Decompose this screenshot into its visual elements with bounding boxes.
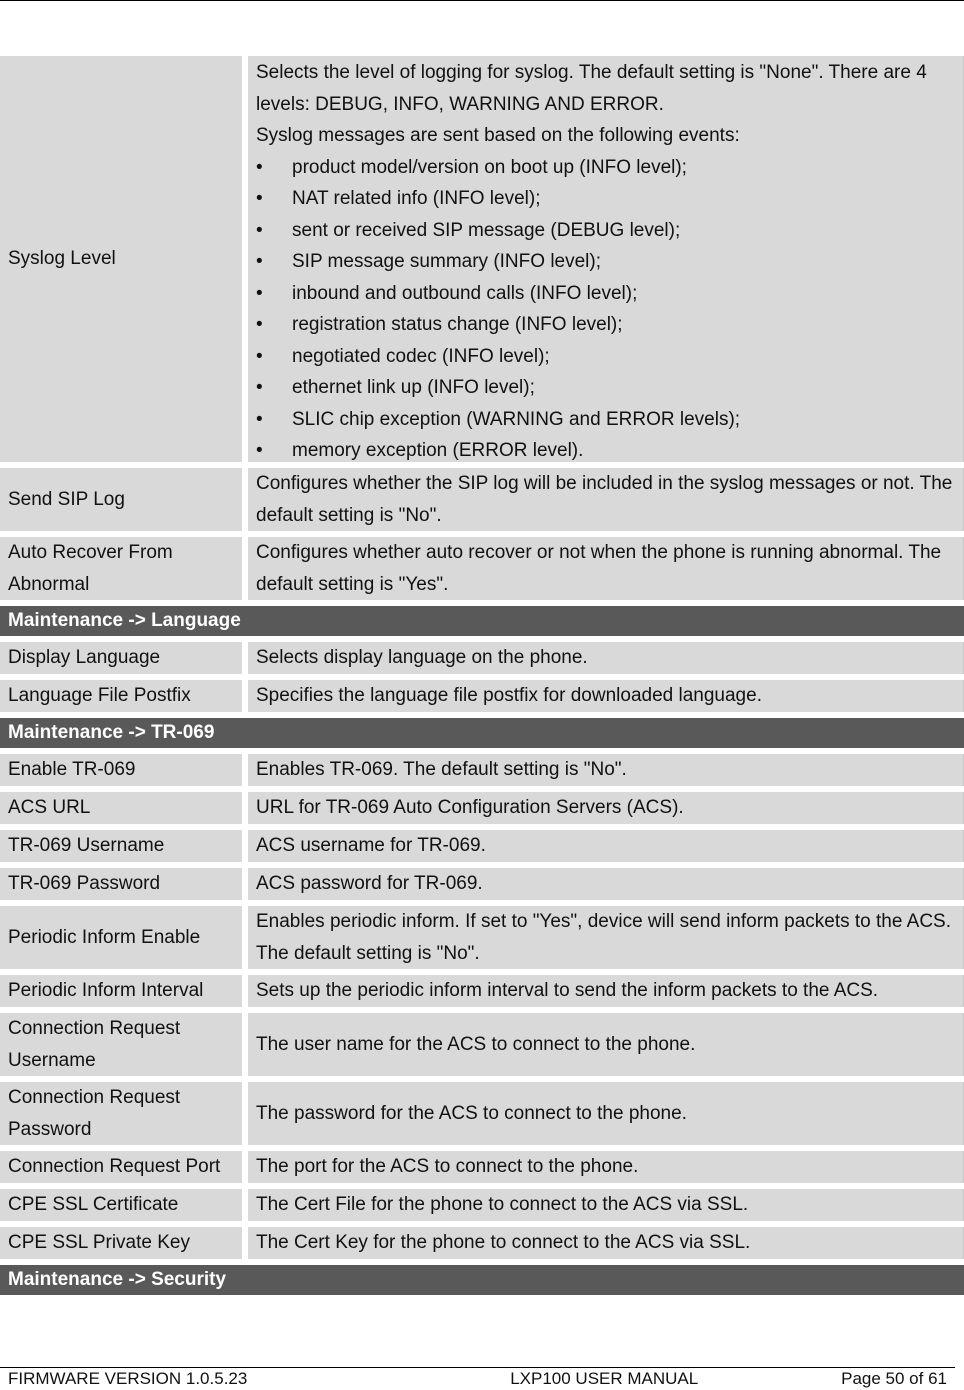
section-header-tr069: Maintenance -> TR-069	[0, 718, 964, 748]
parameter-table: Syslog Level Selects the level of loggin…	[0, 56, 964, 1301]
param-label: Display Language	[0, 642, 242, 674]
list-item: SLIC chip exception (WARNING and ERROR l…	[256, 404, 955, 436]
param-description: The password for the ACS to connect to t…	[248, 1082, 964, 1145]
param-label: Auto Recover From Abnormal	[0, 537, 242, 600]
param-label: Periodic Inform Interval	[0, 975, 242, 1007]
param-description: ACS username for TR-069.	[248, 830, 964, 862]
table-row: Language File Postfix Specifies the lang…	[0, 680, 964, 712]
list-item: registration status change (INFO level);	[256, 309, 955, 341]
table-row: Connection Request Username The user nam…	[0, 1013, 964, 1076]
list-item: NAT related info (INFO level);	[256, 183, 955, 215]
table-row: Periodic Inform Enable Enables periodic …	[0, 906, 964, 969]
page-number: Page 50 of 61	[841, 1369, 947, 1388]
list-item: negotiated codec (INFO level);	[256, 341, 955, 373]
list-item: ethernet link up (INFO level);	[256, 372, 955, 404]
list-item: SIP message summary (INFO level);	[256, 246, 955, 278]
param-description: The Cert Key for the phone to connect to…	[248, 1227, 964, 1259]
list-item: inbound and outbound calls (INFO level);	[256, 278, 955, 310]
table-row: Enable TR-069 Enables TR-069. The defaul…	[0, 754, 964, 786]
table-row: CPE SSL Private Key The Cert Key for the…	[0, 1227, 964, 1259]
header-rule	[0, 0, 964, 1]
syslog-intro: Selects the level of logging for syslog.…	[256, 62, 927, 115]
param-label: Periodic Inform Enable	[0, 906, 242, 969]
section-header-language: Maintenance -> Language	[0, 606, 964, 636]
table-row: CPE SSL Certificate The Cert File for th…	[0, 1189, 964, 1221]
page-footer: FIRMWARE VERSION 1.0.5.23 LXP100 USER MA…	[0, 1367, 955, 1389]
table-row: Connection Request Port The port for the…	[0, 1151, 964, 1183]
list-item: sent or received SIP message (DEBUG leve…	[256, 215, 955, 247]
table-row: Auto Recover From Abnormal Configures wh…	[0, 537, 964, 600]
param-label: Language File Postfix	[0, 680, 242, 712]
table-row: TR-069 Password ACS password for TR-069.	[0, 868, 964, 900]
param-description: Selects the level of logging for syslog.…	[248, 56, 964, 466]
table-row: TR-069 Username ACS username for TR-069.	[0, 830, 964, 862]
param-label: Connection Request Username	[0, 1013, 242, 1076]
param-label: Send SIP Log	[0, 468, 242, 531]
param-description: The Cert File for the phone to connect t…	[248, 1189, 964, 1221]
firmware-version: FIRMWARE VERSION 1.0.5.23	[8, 1369, 248, 1388]
param-label: CPE SSL Private Key	[0, 1227, 242, 1259]
param-label: ACS URL	[0, 792, 242, 824]
param-label: Connection Request Password	[0, 1082, 242, 1145]
table-row: ACS URL URL for TR-069 Auto Configuratio…	[0, 792, 964, 824]
list-item: memory exception (ERROR level).	[256, 435, 955, 467]
param-label: Enable TR-069	[0, 754, 242, 786]
section-header-security: Maintenance -> Security	[0, 1265, 964, 1295]
list-item: product model/version on boot up (INFO l…	[256, 152, 955, 184]
table-row: Send SIP Log Configures whether the SIP …	[0, 468, 964, 531]
syslog-events-intro: Syslog messages are sent based on the fo…	[256, 125, 740, 146]
syslog-event-list: product model/version on boot up (INFO l…	[256, 152, 955, 467]
table-row-syslog-level: Syslog Level Selects the level of loggin…	[0, 56, 964, 466]
param-description: Enables periodic inform. If set to "Yes"…	[248, 906, 964, 969]
manual-title: LXP100 USER MANUAL	[510, 1369, 699, 1388]
param-label: CPE SSL Certificate	[0, 1189, 242, 1221]
param-label: TR-069 Password	[0, 868, 242, 900]
param-description: URL for TR-069 Auto Configuration Server…	[248, 792, 964, 824]
param-description: Configures whether auto recover or not w…	[248, 537, 964, 600]
param-description: The user name for the ACS to connect to …	[248, 1013, 964, 1076]
param-description: Specifies the language file postfix for …	[248, 680, 964, 712]
param-description: Configures whether the SIP log will be i…	[248, 468, 964, 531]
table-row: Periodic Inform Interval Sets up the per…	[0, 975, 964, 1007]
param-description: Sets up the periodic inform interval to …	[248, 975, 964, 1007]
table-row: Connection Request Password The password…	[0, 1082, 964, 1145]
param-label: Syslog Level	[0, 56, 242, 462]
param-label: Connection Request Port	[0, 1151, 242, 1183]
table-row: Display Language Selects display languag…	[0, 642, 964, 674]
param-description: Enables TR-069. The default setting is "…	[248, 754, 964, 786]
param-description: Selects display language on the phone.	[248, 642, 964, 674]
param-description: ACS password for TR-069.	[248, 868, 964, 900]
param-label: TR-069 Username	[0, 830, 242, 862]
param-description: The port for the ACS to connect to the p…	[248, 1151, 964, 1183]
